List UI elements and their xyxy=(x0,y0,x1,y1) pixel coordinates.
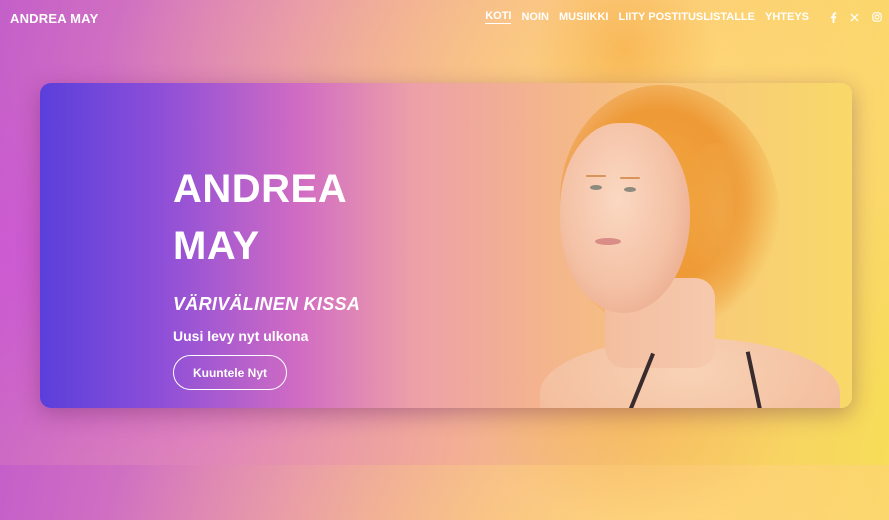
social-links xyxy=(817,11,882,23)
brow-right xyxy=(620,177,640,179)
hero-text: Uusi levy nyt ulkona xyxy=(173,328,309,344)
nav-item-koti[interactable]: KOTI xyxy=(485,10,512,24)
hero-title: ANDREA MAY xyxy=(173,161,360,275)
artist-photo xyxy=(520,83,852,408)
site-logo[interactable]: ANDREA MAY xyxy=(10,11,98,26)
hero-title-line2: MAY xyxy=(173,224,260,268)
brow-left xyxy=(586,175,606,177)
instagram-icon[interactable] xyxy=(872,12,882,22)
hero-title-line1: ANDREA xyxy=(173,167,348,211)
facebook-icon[interactable] xyxy=(830,11,837,23)
nav-item-yhteys[interactable]: YHTEYS xyxy=(765,11,809,24)
eye-right xyxy=(624,187,636,192)
main-nav: KOTI NOIN MUSIIKKI LIITY POSTITUSLISTALL… xyxy=(475,10,882,24)
hero-content: ANDREA MAY VÄRIVÄLINEN KISSA Uusi levy n… xyxy=(173,161,360,344)
site-header: ANDREA MAY KOTI NOIN MUSIIKKI LIITY POST… xyxy=(0,0,889,36)
eye-left xyxy=(590,185,602,190)
face-shape xyxy=(560,123,690,313)
hero-card: ANDREA MAY VÄRIVÄLINEN KISSA Uusi levy n… xyxy=(40,83,852,408)
lips-shape xyxy=(595,238,621,245)
album-title: VÄRIVÄLINEN KISSA xyxy=(173,294,361,314)
listen-now-button[interactable]: Kuuntele Nyt xyxy=(173,355,287,390)
nav-item-musiikki[interactable]: MUSIIKKI xyxy=(559,11,609,24)
nav-item-liity-postituslistalle[interactable]: LIITY POSTITUSLISTALLE xyxy=(618,11,755,24)
nav-item-noin[interactable]: NOIN xyxy=(521,11,549,24)
x-icon[interactable] xyxy=(850,12,859,22)
